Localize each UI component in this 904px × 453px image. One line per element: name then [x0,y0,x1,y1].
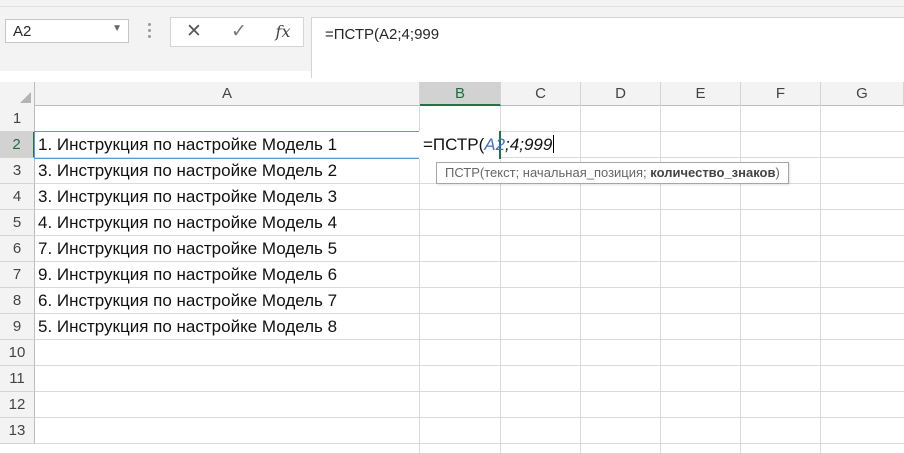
gridline-horizontal [35,417,904,418]
row-header-8[interactable]: 8 [0,288,35,314]
column-header-b[interactable]: B [420,82,501,106]
edit-arguments: ;4;999 [505,135,553,154]
tooltip-function-name[interactable]: ПСТР( [445,165,484,180]
formula-bar-area: A2 ▼ ✕ ✓ fx =ПСТР(A2;4;999 [0,7,904,78]
name-box-value: A2 [13,23,32,40]
row-header-3[interactable]: 3 [0,158,35,184]
cell-a7[interactable]: 9. Инструкция по настройке Модель 6 [35,262,420,288]
row-header-2[interactable]: 2 [0,132,35,158]
active-cell-b2-editor[interactable]: =ПСТР(A2;4;999 [419,131,555,159]
spreadsheet-grid: A B C D E F G 1 2 1. Инструкция по настройке Моде… [0,82,904,453]
gridline-vertical [580,106,581,453]
row-header-9[interactable]: 9 [0,314,35,340]
column-header-g[interactable]: G [821,82,904,106]
row-header-13[interactable]: 13 [0,418,35,444]
cell-a8[interactable]: 6. Инструкция по настройке Модель 7 [35,288,420,314]
row-header-10[interactable]: 10 [0,340,35,366]
row-header-6[interactable]: 6 [0,236,35,262]
cell-a9[interactable]: 5. Инструкция по настройке Модель 8 [35,314,420,340]
cell-a5[interactable]: 4. Инструкция по настройке Модель 4 [35,210,420,236]
row-header-1[interactable]: 1 [0,106,35,132]
gridline-vertical [820,106,821,453]
row-header-12[interactable]: 12 [0,392,35,418]
edit-cell-reference: A2 [484,135,506,154]
tooltip-close-paren: ) [775,165,780,180]
function-syntax-tooltip[interactable]: ПСТР(текст; начальная_позиция; количеств… [436,162,789,184]
edit-function-prefix: =ПСТР( [423,135,485,154]
formula-buttons: ✕ ✓ fx [170,17,304,47]
tooltip-current-arg: количество_знаков [650,165,776,180]
name-box[interactable]: A2 ▼ [5,19,129,43]
gridline-vertical [660,106,661,453]
gridline-horizontal [35,365,904,366]
cell-a6[interactable]: 7. Инструкция по настройке Модель 5 [35,236,420,262]
column-header-e[interactable]: E [661,82,741,106]
row-header-4[interactable]: 4 [0,184,35,210]
gridline-horizontal [35,443,904,444]
column-header-f[interactable]: F [741,82,821,106]
grip-dots-icon[interactable] [148,20,152,42]
column-header-d[interactable]: D [581,82,661,106]
cell-a3[interactable]: 3. Инструкция по настройке Модель 2 [35,158,420,184]
text-cursor [553,135,555,153]
edit-cell-text: =ПСТР(A2;4;999 [423,132,555,158]
cell-a4[interactable]: 3. Инструкция по настройке Модель 3 [35,184,420,210]
column-header-c[interactable]: C [501,82,581,106]
formula-text: =ПСТР(A2;4;999 [325,26,440,43]
gridline-vertical [740,106,741,453]
insert-function-button[interactable]: fx [264,20,302,44]
column-header-a[interactable]: A [35,82,420,106]
cell-a2[interactable]: 1. Инструкция по настройке Модель 1 [35,132,420,158]
gridline-horizontal [35,391,904,392]
row-header-7[interactable]: 7 [0,262,35,288]
select-all-triangle-icon [20,92,31,103]
chevron-down-icon[interactable]: ▼ [112,23,122,34]
tooltip-args: текст; начальная_позиция; [484,165,651,180]
check-icon[interactable]: ✓ [220,20,258,44]
formula-input[interactable]: =ПСТР(A2;4;999 [311,17,904,78]
window-top-strip [0,0,904,7]
row-header-11[interactable]: 11 [0,366,35,392]
close-icon[interactable]: ✕ [175,20,213,44]
row-header-5[interactable]: 5 [0,210,35,236]
select-all-button[interactable] [0,82,35,106]
